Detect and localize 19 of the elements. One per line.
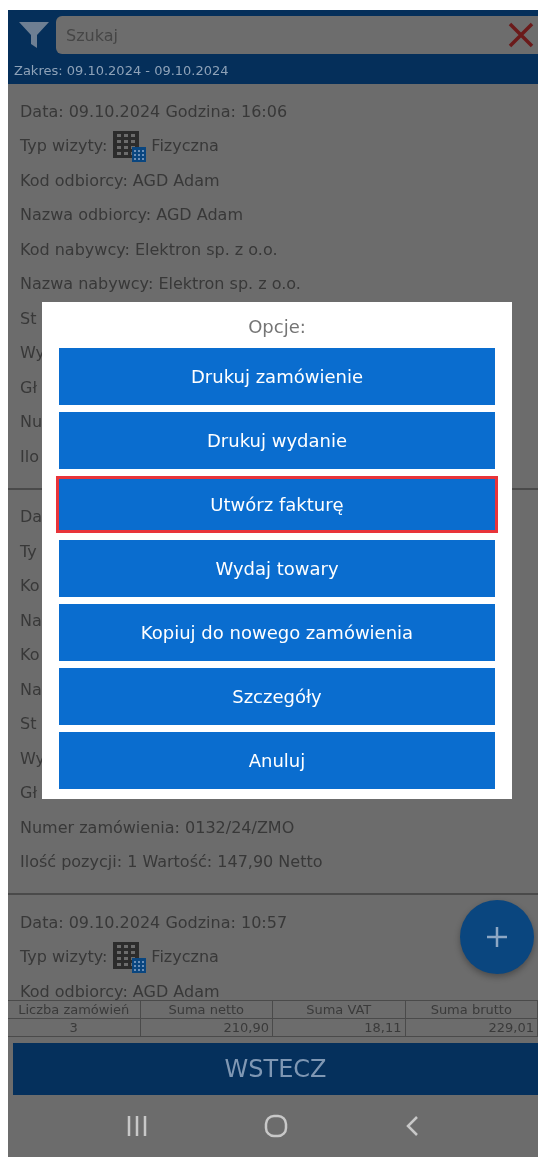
back-button[interactable]: WSTECZ xyxy=(13,1043,538,1095)
recent-apps-icon[interactable] xyxy=(126,1115,148,1137)
option-button[interactable]: Utwórz fakturę xyxy=(56,476,498,533)
building-icon xyxy=(111,129,148,162)
close-icon[interactable] xyxy=(508,22,534,48)
option-button[interactable]: Szczegóły xyxy=(59,668,495,725)
back-icon[interactable] xyxy=(404,1115,420,1137)
date-range: Zakres: 09.10.2024 - 09.10.2024 xyxy=(8,58,538,84)
dialog-title: Opcje: xyxy=(247,316,307,339)
building-icon xyxy=(111,940,148,973)
option-button[interactable]: Wydaj towary xyxy=(59,540,495,597)
option-button[interactable]: Anuluj xyxy=(59,732,495,789)
plus-icon xyxy=(486,926,508,948)
add-button[interactable] xyxy=(460,900,534,974)
option-button[interactable]: Drukuj wydanie xyxy=(59,412,495,469)
option-button[interactable]: Kopiuj do nowego zamówienia xyxy=(59,604,495,661)
option-button[interactable]: Drukuj zamówienie xyxy=(59,348,495,405)
home-icon[interactable] xyxy=(264,1114,288,1138)
filter-icon[interactable] xyxy=(18,19,50,51)
